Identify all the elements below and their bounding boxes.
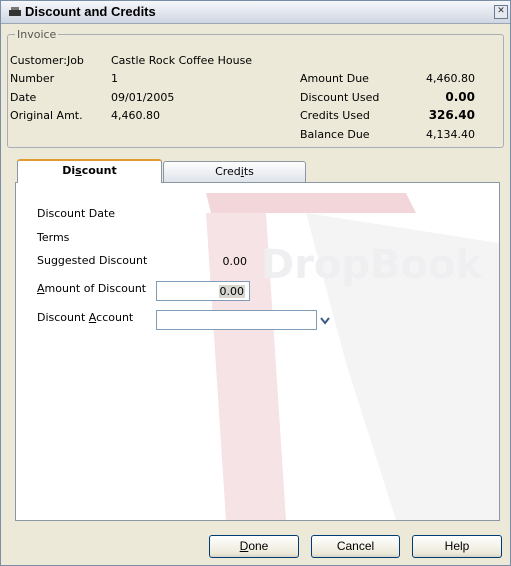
tab-discount[interactable]: Discount bbox=[17, 159, 162, 183]
balance-due-value: 4,134.40 bbox=[426, 128, 475, 141]
amount-due-value: 4,460.80 bbox=[426, 72, 475, 85]
discount-credits-window: Discount and Credits ✕ Invoice Customer:… bbox=[0, 0, 511, 566]
done-label-post: one bbox=[248, 539, 269, 553]
discount-date-label: Discount Date bbox=[37, 207, 116, 220]
cancel-button[interactable]: Cancel bbox=[311, 535, 400, 558]
customer-job-value: Castle Rock Coffee House bbox=[111, 54, 253, 67]
tab-discount-label-pre: Di bbox=[62, 164, 76, 177]
amount-of-discount-input[interactable]: 0.00 bbox=[156, 281, 250, 301]
credits-used-label: Credits Used bbox=[300, 109, 370, 122]
date-value: 09/01/2005 bbox=[111, 91, 175, 104]
discount-account-select[interactable] bbox=[156, 310, 317, 330]
terms-label: Terms bbox=[37, 231, 70, 244]
close-icon: ✕ bbox=[497, 6, 505, 16]
done-button[interactable]: Done bbox=[209, 535, 299, 558]
discount-used-label: Discount Used bbox=[300, 91, 380, 104]
date-label: Date bbox=[10, 91, 37, 104]
invoice-legend: Invoice bbox=[15, 28, 59, 41]
original-amt-label: Original Amt. bbox=[10, 109, 83, 122]
amount-of-discount-value: 0.00 bbox=[218, 285, 245, 298]
done-label-accel: D bbox=[239, 539, 249, 553]
window-title: Discount and Credits bbox=[25, 4, 156, 19]
balance-due-label: Balance Due bbox=[300, 128, 370, 141]
discount-used-value: 0.00 bbox=[445, 90, 475, 104]
account-label-post: ccount bbox=[96, 311, 134, 324]
amount-of-discount-label: Amount of Discount bbox=[37, 282, 146, 295]
tab-credits-label-pre: Cred bbox=[215, 165, 241, 178]
suggested-discount-value: 0.00 bbox=[222, 255, 248, 268]
number-value: 1 bbox=[111, 72, 118, 85]
credits-used-value: 326.40 bbox=[428, 108, 475, 122]
chevron-down-icon[interactable] bbox=[316, 312, 334, 330]
tab-discount-label-post: count bbox=[81, 164, 117, 177]
tab-credits[interactable]: Credits bbox=[163, 161, 306, 183]
amount-label-accel: A bbox=[37, 282, 45, 295]
book-watermark: DropBook bbox=[206, 193, 499, 520]
customer-job-label: Customer:Job bbox=[10, 54, 84, 67]
account-label-pre: Discount bbox=[37, 311, 89, 324]
app-icon bbox=[9, 7, 21, 16]
watermark-text: DropBook bbox=[261, 242, 483, 288]
discount-account-label: Discount Account bbox=[37, 311, 133, 324]
amount-due-label: Amount Due bbox=[300, 72, 369, 85]
number-label: Number bbox=[10, 72, 55, 85]
amount-label-post: mount of Discount bbox=[44, 282, 147, 295]
tab-credits-label-post: ts bbox=[243, 165, 254, 178]
help-button[interactable]: Help bbox=[412, 535, 502, 558]
discount-tab-panel: DropBook bbox=[15, 182, 500, 521]
title-bar: Discount and Credits ✕ bbox=[1, 1, 510, 24]
suggested-discount-label: Suggested Discount bbox=[37, 254, 148, 267]
close-button[interactable]: ✕ bbox=[494, 5, 508, 19]
original-amt-value: 4,460.80 bbox=[111, 109, 160, 122]
